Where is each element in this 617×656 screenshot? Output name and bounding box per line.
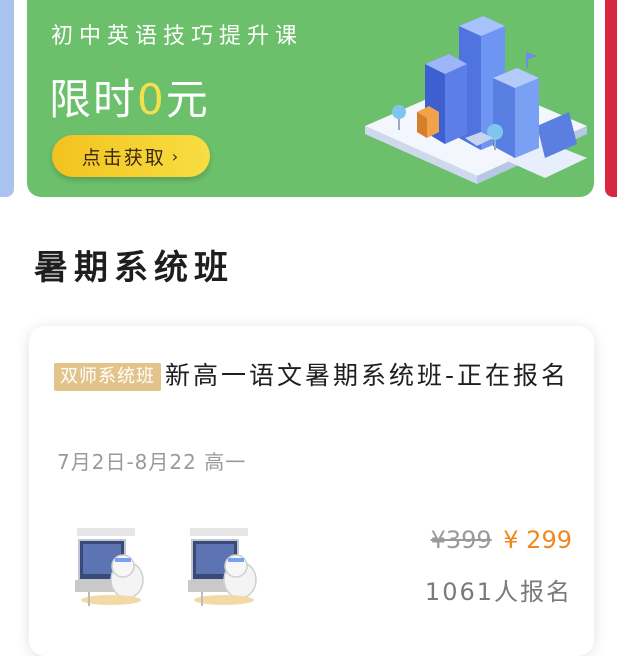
promo-banner[interactable]: 初中英语技巧提升课 限时0元 点击获取 ›: [27, 0, 594, 197]
course-tag: 双师系统班: [54, 363, 161, 391]
get-offer-label: 点击获取: [81, 146, 166, 169]
course-title: 新高一语文暑期系统班-正在报名: [165, 361, 570, 390]
get-offer-button[interactable]: 点击获取 ›: [52, 135, 210, 177]
current-price: ¥ 299: [503, 526, 572, 554]
teacher-avatar-cartoon: [75, 528, 144, 606]
banner-title-zero: 0: [137, 75, 166, 124]
teacher-avatar-cartoon: [188, 528, 257, 606]
banner-title: 限时0元: [49, 66, 210, 127]
chevron-right-icon: ›: [171, 146, 181, 166]
banner-title-prefix: 限时: [49, 75, 138, 124]
carousel-next-peek[interactable]: [605, 0, 617, 197]
course-heading: 双师系统班 新高一语文暑期系统班-正在报名: [54, 354, 584, 397]
banner-subtitle: 初中英语技巧提升课: [51, 24, 304, 49]
carousel-prev-peek[interactable]: [0, 0, 14, 197]
course-schedule: 7月2日-8月22 高一: [57, 450, 247, 474]
original-price: ¥399: [430, 526, 492, 554]
section-title: 暑期系统班: [34, 248, 234, 288]
banner-title-suffix: 元: [165, 75, 210, 124]
price-row: ¥399 ¥ 299: [431, 526, 572, 554]
enroll-count: 1061人报名: [424, 578, 572, 606]
course-card[interactable]: 双师系统班 新高一语文暑期系统班-正在报名 7月2日-8月22 高一 ¥399 ¥…: [29, 326, 594, 656]
city-illustration: [365, 16, 587, 184]
